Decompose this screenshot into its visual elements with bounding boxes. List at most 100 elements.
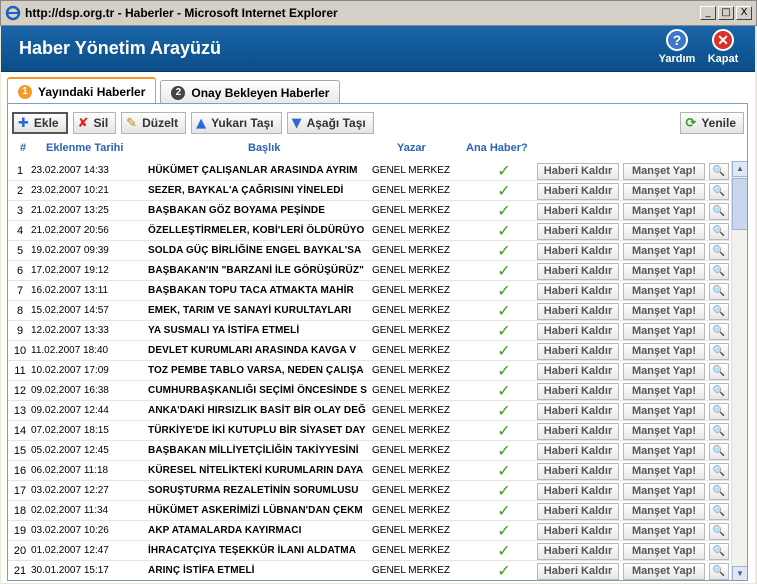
remove-news-button[interactable]: Haberi Kaldır (537, 403, 619, 420)
column-main-news[interactable]: Ana Haber? (466, 142, 528, 154)
preview-icon[interactable]: 🔍 (709, 303, 729, 320)
make-headline-button[interactable]: Manşet Yap! (623, 343, 705, 360)
table-row[interactable]: 9 12.02.2007 13:33 YA SUSMALI YA İSTİFA ET… (8, 321, 730, 341)
make-headline-button[interactable]: Manşet Yap! (623, 243, 705, 260)
make-headline-button[interactable]: Manşet Yap! (623, 363, 705, 380)
make-headline-button[interactable]: Manşet Yap! (623, 483, 705, 500)
remove-news-button[interactable]: Haberi Kaldır (537, 363, 619, 380)
scroll-down-arrow-icon[interactable]: ▼ (732, 566, 747, 580)
remove-news-button[interactable]: Haberi Kaldır (537, 163, 619, 180)
move-down-button[interactable]: ▼ Aşağı Taşı (286, 112, 374, 134)
make-headline-button[interactable]: Manşet Yap! (623, 543, 705, 560)
table-row[interactable]: 11 10.02.2007 17:09 TOZ PEMBE TABLO VARSA,… (8, 361, 730, 381)
scroll-thumb[interactable] (732, 178, 747, 230)
make-headline-button[interactable]: Manşet Yap! (623, 203, 705, 220)
preview-icon[interactable]: 🔍 (709, 543, 729, 560)
table-row[interactable]: 13 09.02.2007 12:44 ANKA'DAKİ HIRSIZLIK BA… (8, 401, 730, 421)
delete-button[interactable]: ✘ Sil (72, 112, 117, 134)
table-row[interactable]: 20 01.02.2007 12:47 İHRACATÇIYA TEŞEKKÜR İ… (8, 541, 730, 561)
tab-pending-news[interactable]: 2 Onay Bekleyen Haberler (160, 80, 341, 104)
preview-icon[interactable]: 🔍 (709, 203, 729, 220)
preview-icon[interactable]: 🔍 (709, 283, 729, 300)
table-row[interactable]: 2 23.02.2007 10:21 SEZER, BAYKAL'A ÇAĞRISI… (8, 181, 730, 201)
remove-news-button[interactable]: Haberi Kaldır (537, 563, 619, 580)
table-row[interactable]: 21 30.01.2007 15:17 ARINÇ İSTİFA ETMELİ GEN… (8, 561, 730, 580)
remove-news-button[interactable]: Haberi Kaldır (537, 263, 619, 280)
table-row[interactable]: 7 16.02.2007 13:11 BAŞBAKAN TOPU TACA ATMA… (8, 281, 730, 301)
table-row[interactable]: 14 07.02.2007 18:15 TÜRKİYE'DE İKİ KUTUPLU… (8, 421, 730, 441)
preview-icon[interactable]: 🔍 (709, 163, 729, 180)
move-up-button[interactable]: ▲ Yukarı Taşı (191, 112, 282, 134)
table-row[interactable]: 4 21.02.2007 20:56 ÖZELLEŞTİRMELER, KOBİ'L… (8, 221, 730, 241)
preview-icon[interactable]: 🔍 (709, 263, 729, 280)
vertical-scrollbar[interactable]: ▲ ▼ (731, 161, 747, 580)
table-row[interactable]: 16 06.02.2007 11:18 KÜRESEL NİTELİKTEKİ KU… (8, 461, 730, 481)
remove-news-button[interactable]: Haberi Kaldır (537, 283, 619, 300)
table-row[interactable]: 18 02.02.2007 11:34 HÜKÜMET ASKERİMİZİ LÜB… (8, 501, 730, 521)
table-row[interactable]: 8 15.02.2007 14:57 EMEK, TARIM VE SANAYİ K… (8, 301, 730, 321)
make-headline-button[interactable]: Manşet Yap! (623, 283, 705, 300)
column-num[interactable]: # (20, 142, 26, 154)
make-headline-button[interactable]: Manşet Yap! (623, 383, 705, 400)
remove-news-button[interactable]: Haberi Kaldır (537, 243, 619, 260)
preview-icon[interactable]: 🔍 (709, 523, 729, 540)
table-row[interactable]: 5 19.02.2007 09:39 SOLDA GÜÇ BİRLİĞİNE ENG… (8, 241, 730, 261)
remove-news-button[interactable]: Haberi Kaldır (537, 303, 619, 320)
make-headline-button[interactable]: Manşet Yap! (623, 403, 705, 420)
maximize-button[interactable]: □ (718, 6, 734, 20)
remove-news-button[interactable]: Haberi Kaldır (537, 483, 619, 500)
column-author[interactable]: Yazar (397, 142, 426, 154)
table-row[interactable]: 17 03.02.2007 12:27 SORUŞTURMA REZALETİNİN… (8, 481, 730, 501)
refresh-button[interactable]: ⟳ Yenile (680, 112, 744, 134)
make-headline-button[interactable]: Manşet Yap! (623, 563, 705, 580)
remove-news-button[interactable]: Haberi Kaldır (537, 463, 619, 480)
make-headline-button[interactable]: Manşet Yap! (623, 303, 705, 320)
remove-news-button[interactable]: Haberi Kaldır (537, 443, 619, 460)
preview-icon[interactable]: 🔍 (709, 243, 729, 260)
edit-button[interactable]: ✎ Düzelt (121, 112, 187, 134)
preview-icon[interactable]: 🔍 (709, 183, 729, 200)
remove-news-button[interactable]: Haberi Kaldır (537, 203, 619, 220)
minimize-button[interactable]: _ (700, 6, 716, 20)
make-headline-button[interactable]: Manşet Yap! (623, 463, 705, 480)
preview-icon[interactable]: 🔍 (709, 463, 729, 480)
preview-icon[interactable]: 🔍 (709, 563, 729, 580)
remove-news-button[interactable]: Haberi Kaldır (537, 503, 619, 520)
preview-icon[interactable]: 🔍 (709, 483, 729, 500)
tab-published-news[interactable]: 1 Yayındaki Haberler (7, 77, 157, 104)
table-row[interactable]: 15 05.02.2007 12:45 BAŞBAKAN MİLLİYETÇİLİĞ… (8, 441, 730, 461)
close-window-button[interactable]: X (736, 6, 752, 20)
preview-icon[interactable]: 🔍 (709, 503, 729, 520)
remove-news-button[interactable]: Haberi Kaldır (537, 183, 619, 200)
make-headline-button[interactable]: Manşet Yap! (623, 223, 705, 240)
remove-news-button[interactable]: Haberi Kaldır (537, 543, 619, 560)
make-headline-button[interactable]: Manşet Yap! (623, 183, 705, 200)
table-row[interactable]: 12 09.02.2007 16:38 CUMHURBAŞKANLIĞI SEÇİM… (8, 381, 730, 401)
make-headline-button[interactable]: Manşet Yap! (623, 523, 705, 540)
remove-news-button[interactable]: Haberi Kaldır (537, 523, 619, 540)
preview-icon[interactable]: 🔍 (709, 343, 729, 360)
table-row[interactable]: 1 23.02.2007 14:33 HÜKÜMET ÇALIŞANLAR ARAS… (8, 161, 730, 181)
remove-news-button[interactable]: Haberi Kaldır (537, 383, 619, 400)
preview-icon[interactable]: 🔍 (709, 363, 729, 380)
preview-icon[interactable]: 🔍 (709, 323, 729, 340)
make-headline-button[interactable]: Manşet Yap! (623, 423, 705, 440)
table-row[interactable]: 10 11.02.2007 18:40 DEVLET KURUMLARI ARASI… (8, 341, 730, 361)
remove-news-button[interactable]: Haberi Kaldır (537, 423, 619, 440)
remove-news-button[interactable]: Haberi Kaldır (537, 343, 619, 360)
preview-icon[interactable]: 🔍 (709, 403, 729, 420)
make-headline-button[interactable]: Manşet Yap! (623, 443, 705, 460)
make-headline-button[interactable]: Manşet Yap! (623, 163, 705, 180)
make-headline-button[interactable]: Manşet Yap! (623, 503, 705, 520)
table-row[interactable]: 19 03.02.2007 10:26 AKP ATAMALARDA KAYIRMA… (8, 521, 730, 541)
remove-news-button[interactable]: Haberi Kaldır (537, 223, 619, 240)
close-app-button[interactable]: ✕ Kapat (702, 28, 744, 70)
preview-icon[interactable]: 🔍 (709, 443, 729, 460)
scroll-up-arrow-icon[interactable]: ▲ (732, 161, 747, 177)
preview-icon[interactable]: 🔍 (709, 423, 729, 440)
help-button[interactable]: ? Yardım (656, 28, 698, 70)
column-title[interactable]: Başlık (248, 142, 280, 154)
table-row[interactable]: 3 21.02.2007 13:25 BAŞBAKAN GÖZ BOYAMA PEŞ… (8, 201, 730, 221)
table-row[interactable]: 6 17.02.2007 19:12 BAŞBAKAN'IN "BARZANİ İL… (8, 261, 730, 281)
add-button[interactable]: ✚ Ekle (12, 112, 68, 134)
